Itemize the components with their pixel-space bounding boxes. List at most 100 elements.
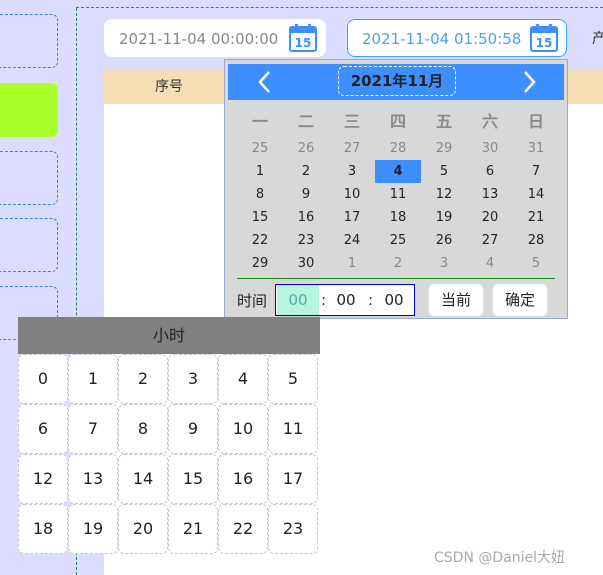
second-field[interactable]: 00 (376, 285, 412, 315)
day-cell[interactable]: 10 (329, 183, 375, 206)
hour-option[interactable]: 3 (168, 354, 218, 404)
day-cell[interactable]: 25 (237, 137, 283, 160)
hour-option[interactable]: 17 (268, 454, 318, 504)
day-cell[interactable]: 22 (237, 229, 283, 252)
hour-option[interactable]: 5 (268, 354, 318, 404)
day-cell[interactable]: 13 (467, 183, 513, 206)
day-cell[interactable]: 19 (421, 206, 467, 229)
calendar-divider (237, 278, 555, 279)
hour-option[interactable]: 14 (118, 454, 168, 504)
hour-option[interactable]: 23 (268, 504, 318, 554)
hour-option[interactable]: 2 (118, 354, 168, 404)
weekday-label: 五 (435, 112, 452, 131)
weekday-header: 一二三四五六日 (237, 108, 559, 132)
hour-option[interactable]: 1 (68, 354, 118, 404)
day-cell[interactable]: 2 (375, 252, 421, 275)
weekday-label: 六 (481, 112, 498, 131)
hour-option[interactable]: 0 (18, 354, 68, 404)
day-cell[interactable]: 7 (513, 160, 559, 183)
confirm-button[interactable]: 确定 (492, 283, 548, 317)
day-cell[interactable]: 30 (283, 252, 329, 275)
hour-option[interactable]: 18 (18, 504, 68, 554)
chevron-left-icon[interactable] (250, 68, 280, 96)
day-cell[interactable]: 3 (421, 252, 467, 275)
hour-grid: 0 1 2 3 4 5 6 7 8 9 10 11 12 13 14 15 16 17 18 19 20 21 22 23 (18, 354, 320, 554)
day-cell[interactable]: 20 (467, 206, 513, 229)
day-cell[interactable]: 27 (467, 229, 513, 252)
day-cell[interactable]: 26 (283, 137, 329, 160)
hour-option[interactable]: 20 (118, 504, 168, 554)
day-cell[interactable]: 5 (421, 160, 467, 183)
day-cell[interactable]: 3 (329, 160, 375, 183)
sidebar-item[interactable] (0, 218, 58, 272)
day-cell[interactable]: 18 (375, 206, 421, 229)
day-cell[interactable]: 1 (329, 252, 375, 275)
weekday-label: 日 (527, 112, 544, 131)
calendar-icon[interactable]: 15 (528, 22, 560, 54)
day-cell[interactable]: 27 (329, 137, 375, 160)
day-cell[interactable]: 8 (237, 183, 283, 206)
day-cell[interactable]: 17 (329, 206, 375, 229)
day-cell[interactable]: 29 (421, 137, 467, 160)
hour-option[interactable]: 16 (218, 454, 268, 504)
time-label: 时间 (237, 292, 268, 310)
day-cell[interactable]: 28 (513, 229, 559, 252)
day-cell[interactable]: 31 (513, 137, 559, 160)
day-cell[interactable]: 12 (421, 183, 467, 206)
calendar-icon-day: 15 (295, 36, 312, 50)
day-cell[interactable]: 16 (283, 206, 329, 229)
day-cell[interactable]: 25 (375, 229, 421, 252)
now-button[interactable]: 当前 (428, 283, 484, 317)
day-cell[interactable]: 23 (283, 229, 329, 252)
chevron-right-icon[interactable] (514, 68, 544, 96)
day-cell[interactable]: 21 (513, 206, 559, 229)
sidebar-item-active[interactable] (0, 83, 58, 137)
day-cell[interactable]: 1 (237, 160, 283, 183)
month-title[interactable]: 2021年11月 (338, 66, 456, 96)
sidebar-item[interactable] (0, 14, 58, 68)
hour-option[interactable]: 7 (68, 404, 118, 454)
hour-option[interactable]: 6 (18, 404, 68, 454)
day-cell[interactable]: 15 (237, 206, 283, 229)
hour-option[interactable]: 10 (218, 404, 268, 454)
hour-option[interactable]: 12 (18, 454, 68, 504)
day-cell[interactable]: 26 (421, 229, 467, 252)
day-cell[interactable]: 24 (329, 229, 375, 252)
column-header-index: 序号 (155, 79, 183, 95)
sidebar-item[interactable] (0, 151, 58, 205)
minute-field[interactable]: 00 (328, 285, 364, 315)
hour-option[interactable]: 19 (68, 504, 118, 554)
day-cell[interactable]: 29 (237, 252, 283, 275)
watermark: CSDN @Daniel大妞 (434, 550, 565, 566)
end-datetime-input[interactable]: 2021-11-04 01:50:58 15 (347, 19, 567, 57)
weekday-label: 二 (297, 112, 314, 131)
time-separator: : (368, 291, 374, 309)
hour-option[interactable]: 13 (68, 454, 118, 504)
weekday-label: 一 (251, 112, 268, 131)
hour-option[interactable]: 21 (168, 504, 218, 554)
date-picker-popup: 2021年11月 一二三四五六日 25 26 27 28 29 30 31 1 2 3 4 5 6 7 8 9… (224, 59, 568, 319)
hour-option[interactable]: 9 (168, 404, 218, 454)
calendar-icon[interactable]: 15 (287, 22, 319, 54)
hour-field[interactable]: 00 (277, 285, 319, 315)
start-datetime-value: 2021-11-04 00:00:00 (119, 30, 279, 48)
day-cell[interactable]: 2 (283, 160, 329, 183)
start-datetime-input[interactable]: 2021-11-04 00:00:00 15 (104, 19, 326, 57)
hour-option[interactable]: 22 (218, 504, 268, 554)
hour-picker-title: 小时 (18, 317, 320, 354)
end-datetime-value: 2021-11-04 01:50:58 (362, 30, 522, 48)
day-cell[interactable]: 9 (283, 183, 329, 206)
day-cell[interactable]: 11 (375, 183, 421, 206)
day-cell[interactable]: 14 (513, 183, 559, 206)
hour-option[interactable]: 11 (268, 404, 318, 454)
day-cell[interactable]: 30 (467, 137, 513, 160)
day-cell[interactable]: 28 (375, 137, 421, 160)
time-input[interactable]: 00 : 00 : 00 (275, 284, 415, 316)
day-cell[interactable]: 6 (467, 160, 513, 183)
day-cell[interactable]: 5 (513, 252, 559, 275)
hour-option[interactable]: 8 (118, 404, 168, 454)
hour-option[interactable]: 15 (168, 454, 218, 504)
day-cell-selected[interactable]: 4 (375, 160, 421, 183)
hour-option[interactable]: 4 (218, 354, 268, 404)
day-cell[interactable]: 4 (467, 252, 513, 275)
